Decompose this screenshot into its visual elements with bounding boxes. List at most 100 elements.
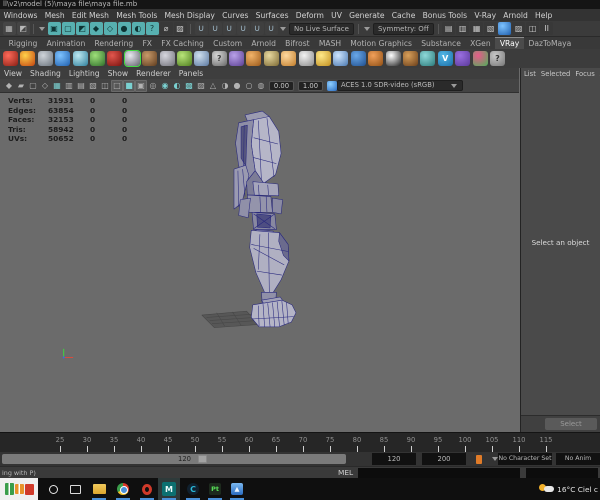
render-current-frame-icon[interactable]: ▥	[456, 22, 470, 35]
viewport-3d[interactable]: Verts: 31931 0 0 Edges: 63854 0 0 Faces: 32153 0 0 T…	[0, 93, 519, 432]
chrome-button[interactable]	[112, 478, 134, 500]
checker-texture-icon[interactable]	[385, 51, 401, 66]
range-slider-handle[interactable]	[198, 455, 207, 463]
item-vray[interactable]: VRay	[495, 37, 524, 49]
blue-panel-icon[interactable]	[55, 51, 71, 66]
gamma-icon[interactable]: ◍	[255, 80, 267, 92]
item-fx-caching[interactable]: FX Caching	[157, 38, 209, 49]
vray-sphere-red-icon[interactable]	[3, 51, 18, 66]
item-arnold[interactable]: Arnold	[500, 11, 532, 20]
cortana-button[interactable]	[42, 478, 64, 500]
colorspace-dropdown[interactable]: ACES 1.0 SDR-video (sRGB)	[337, 80, 463, 91]
ssao-icon[interactable]: ◐	[171, 80, 183, 92]
emitter-cone-icon[interactable]	[89, 51, 105, 66]
item-lighting[interactable]: Lighting	[65, 69, 104, 78]
fire-fx-icon[interactable]	[20, 51, 36, 66]
no-live-surface-field[interactable]: No Live Surface	[289, 22, 354, 35]
snap-projected-center-icon[interactable]: ∪	[236, 22, 250, 35]
green-hand-icon[interactable]	[176, 51, 192, 66]
grid-toggle-icon[interactable]: ▦	[51, 80, 63, 92]
select-mesh-icon[interactable]: ◆	[89, 22, 103, 35]
item-fx[interactable]: FX	[138, 38, 157, 49]
item-selected[interactable]: Selected	[541, 70, 570, 78]
scene-icon[interactable]: ▦	[2, 22, 16, 35]
pause-icon[interactable]: II	[540, 22, 554, 35]
symmetry-field[interactable]: Symmetry: Off	[372, 22, 434, 35]
orange-dome-icon[interactable]	[246, 51, 262, 66]
item-animation[interactable]: Animation	[42, 38, 90, 49]
lock-icon[interactable]: ⌀	[159, 22, 173, 35]
item-windows[interactable]: Windows	[0, 11, 41, 20]
opera-button[interactable]	[136, 478, 158, 500]
purple-sphere-icon[interactable]	[229, 51, 245, 66]
item-cache[interactable]: Cache	[388, 11, 419, 20]
shadows-icon[interactable]: ◉	[159, 80, 171, 92]
file-explorer-button[interactable]	[88, 478, 110, 500]
select-camera-icon[interactable]: ◆	[3, 80, 15, 92]
multisample-icon[interactable]: ▨	[195, 80, 207, 92]
texture-box-icon[interactable]	[142, 51, 158, 66]
render-sequence-icon[interactable]: ▧	[484, 22, 498, 35]
start-button[interactable]	[0, 478, 38, 500]
dynamics-curve-icon[interactable]: ?	[211, 51, 227, 66]
item-surfaces[interactable]: Surfaces	[252, 11, 292, 20]
c-app-button[interactable]: C	[182, 478, 204, 500]
item-arnold[interactable]: Arnold	[247, 38, 281, 49]
select-hierarchy-icon[interactable]: ▣	[47, 22, 61, 35]
item-generate[interactable]: Generate	[346, 11, 389, 20]
ipr-render-icon[interactable]: ▦	[470, 22, 484, 35]
light-cone-icon[interactable]	[298, 51, 314, 66]
item-motion-graphics[interactable]: Motion Graphics	[346, 38, 417, 49]
glow-orb-icon[interactable]	[281, 51, 297, 66]
item-mesh-display[interactable]: Mesh Display	[161, 11, 219, 20]
time-slider[interactable]: 25 30 35 40 45 50 55 60 65 70 75 80 85 90 95 100 105 110 1…	[0, 432, 600, 452]
anim-layer-dropdown[interactable]: No Anim Layer	[556, 453, 600, 474]
item-rigging[interactable]: Rigging	[4, 38, 42, 49]
item-mesh[interactable]: Mesh	[41, 11, 68, 20]
select-curve-icon[interactable]: ◇	[103, 22, 117, 35]
exposure-field[interactable]: 0.00	[269, 80, 294, 91]
shaded-mode-icon[interactable]: ■	[123, 79, 135, 92]
item-xgen[interactable]: XGen	[465, 38, 495, 49]
chevron-down-icon[interactable]	[39, 26, 45, 31]
item-panels[interactable]: Panels	[175, 69, 207, 78]
snap-point-icon[interactable]: ∪	[222, 22, 236, 35]
item-shading[interactable]: Shading	[26, 69, 65, 78]
auto-keyframe-icon[interactable]	[476, 455, 482, 464]
select-component-icon[interactable]: ◩	[75, 22, 89, 35]
select-deformation-icon[interactable]: ◐	[131, 22, 145, 35]
particle-flakes-icon[interactable]	[194, 51, 210, 66]
snap-curve-icon[interactable]: ∪	[208, 22, 222, 35]
item-curves[interactable]: Curves	[219, 11, 253, 20]
item-view[interactable]: View	[0, 69, 26, 78]
fluid-drop-icon[interactable]	[72, 51, 88, 66]
ik-rig-icon[interactable]	[37, 51, 53, 66]
chaos-app-icon[interactable]	[455, 51, 471, 66]
item-bonus-tools[interactable]: Bonus Tools	[419, 11, 471, 20]
selection-handle-icon[interactable]: ◩	[16, 22, 30, 35]
make-live-icon[interactable]: ∪	[264, 22, 278, 35]
maya-button[interactable]: M	[158, 478, 180, 500]
all-lights-icon[interactable]: ◎	[147, 80, 159, 92]
vray-logo-icon[interactable]: V	[437, 51, 453, 66]
item-help[interactable]: Help	[531, 11, 556, 20]
item-custom[interactable]: Custom	[208, 38, 246, 49]
item-daztomaya[interactable]: DazToMaya	[524, 38, 576, 49]
render-setup-icon[interactable]: ◫	[526, 22, 540, 35]
gate-mask-icon[interactable]: ▧	[87, 80, 99, 92]
textured-mode-icon[interactable]: ▣	[135, 79, 147, 92]
task-view-button[interactable]	[64, 478, 86, 500]
snap-view-plane-icon[interactable]: ∪	[250, 22, 264, 35]
red-sphere-icon[interactable]	[107, 51, 123, 66]
select-surface-icon[interactable]: ●	[117, 22, 131, 35]
color-dots-icon[interactable]	[472, 51, 488, 66]
chevron-down-icon[interactable]	[363, 26, 370, 31]
help-shelf-icon[interactable]: ?	[489, 51, 505, 66]
film-gate-icon[interactable]: ▥	[63, 80, 75, 92]
bookmark-icon[interactable]: ▢	[27, 80, 39, 92]
photos-button[interactable]: ▲	[226, 478, 248, 500]
chevron-down-icon[interactable]	[280, 26, 286, 31]
wireframe-mode-icon[interactable]: □	[111, 79, 123, 92]
motion-blur-icon[interactable]: ▩	[183, 80, 195, 92]
pt-app-button[interactable]: Pt	[204, 478, 226, 500]
